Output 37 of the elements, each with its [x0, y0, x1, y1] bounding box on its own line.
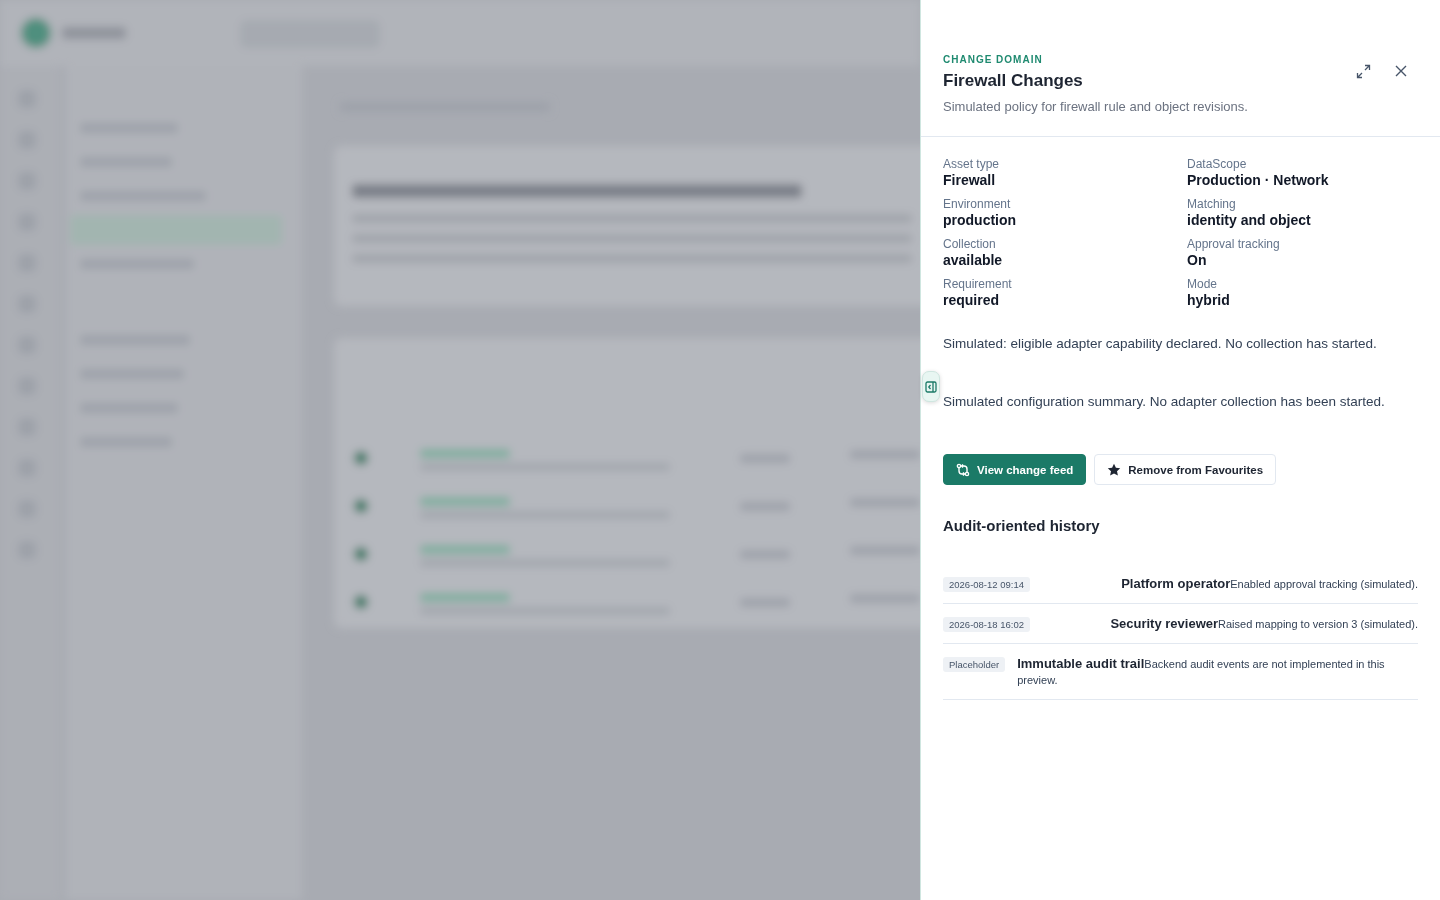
history-entry: Immutable audit trailBackend audit events are not implemented in this preview. [1017, 656, 1386, 688]
status-note: Simulated: eligible adapter capability declared. No collection has started. [943, 336, 1378, 351]
field-value: required [943, 292, 1000, 308]
timestamp-tag: Placeholder [943, 657, 1006, 672]
panel-description: Simulated policy for firewall rule and object revisions. [943, 99, 1249, 114]
section-heading: Audit-oriented history [943, 517, 1101, 534]
history-entry: Security reviewerRaised mapping to version 3 (simulated). [1110, 616, 1418, 632]
field-value: Firewall [943, 172, 997, 188]
panel-collapse-icon [925, 380, 937, 393]
field-value: Production · Network [1187, 172, 1330, 188]
favourite-button[interactable]: Remove from Favourites [1094, 454, 1277, 485]
field-label: Asset type [943, 157, 1001, 171]
field-label: Matching [1187, 197, 1237, 211]
field-value: On [1187, 252, 1208, 268]
expand-button[interactable] [1354, 62, 1372, 80]
compare-arrows-icon [956, 462, 970, 477]
star-icon [1107, 462, 1122, 477]
view-feed-button[interactable]: View change feed [943, 454, 1087, 485]
status-note: Simulated configuration summary. No adapter collection has been started. [943, 394, 1386, 409]
field-label: Mode [1187, 277, 1219, 291]
history-entry: Platform operatorEnabled approval tracking (simulated). [1121, 576, 1418, 592]
expand-icon [1355, 63, 1371, 79]
field-value: production [943, 212, 1018, 228]
panel-title: Firewall Changes [943, 71, 1084, 91]
field-label: Requirement [943, 277, 1013, 291]
field-value: hybrid [1187, 292, 1231, 308]
close-icon [1395, 65, 1407, 77]
field-label: Collection [943, 237, 997, 251]
section-eyebrow: CHANGE DOMAIN [943, 54, 1044, 65]
field-value: identity and object [1187, 212, 1312, 228]
field-label: DataScope [1187, 157, 1248, 171]
collapse-panel-handle[interactable] [922, 371, 940, 402]
timestamp-tag: 2026-08-18 16:02 [943, 617, 1030, 632]
field-value: available [943, 252, 1004, 268]
field-label: Environment [943, 197, 1012, 211]
field-label: Approval tracking [1187, 237, 1281, 251]
timestamp-tag: 2026-08-12 09:14 [943, 577, 1030, 592]
